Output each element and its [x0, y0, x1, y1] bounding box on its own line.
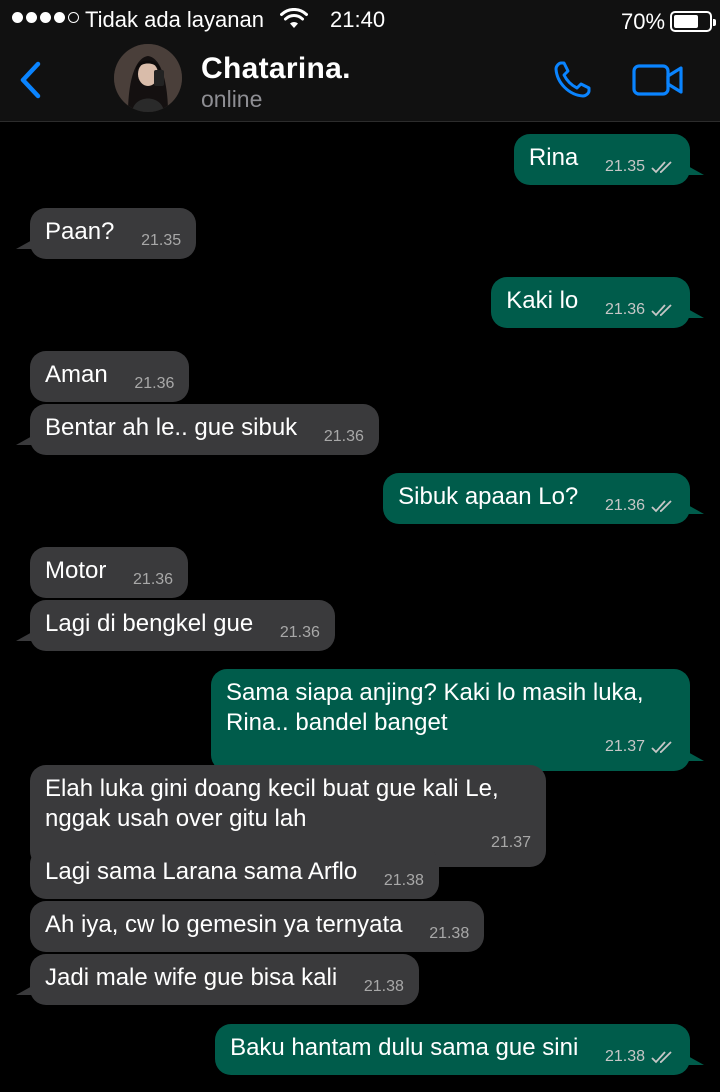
message-text: Sama siapa anjing? Kaki lo masih luka, R…: [226, 679, 644, 736]
message-text: Lagi sama Larana sama Arflo: [45, 858, 358, 885]
carrier-label: Tidak ada layanan: [85, 7, 264, 32]
battery-fill: [674, 15, 698, 28]
message-incoming[interactable]: Jadi male wife gue bisa kali 21.38: [16, 954, 419, 1005]
clock-time: 21:40: [330, 7, 386, 32]
message-time: 21.38: [429, 925, 470, 942]
message-text: Aman: [45, 361, 108, 388]
double-check-icon: [651, 741, 672, 754]
avatar-photo-icon: [114, 44, 182, 112]
message-incoming[interactable]: Aman 21.36: [30, 351, 190, 402]
status-bar: Tidak ada layanan 21:40 70%: [0, 0, 720, 40]
message-text: Baku hantam dulu sama gue sini: [230, 1034, 579, 1061]
message-meta: 21.36: [605, 491, 675, 521]
message-meta: 21.36: [324, 422, 364, 452]
chat-header: Chatarina. online: [0, 40, 720, 122]
message-meta: 21.36: [134, 369, 174, 399]
message-meta: 21.36: [133, 565, 173, 595]
message-time: 21.37: [490, 834, 531, 851]
message-meta: 21.38: [364, 972, 404, 1002]
message-text: Bentar ah le.. gue sibuk: [45, 414, 298, 441]
message-time: 21.36: [133, 571, 174, 588]
message-text: Rina: [528, 144, 579, 171]
message-time: 21.38: [383, 872, 424, 889]
wifi-icon: [280, 8, 308, 28]
double-check-icon: [651, 500, 672, 513]
message-meta: 21.35: [605, 152, 675, 182]
message-incoming[interactable]: Lagi sama Larana sama Arflo 21.38: [30, 848, 439, 899]
phone-call-icon[interactable]: [553, 59, 593, 99]
video-call-icon[interactable]: [632, 62, 684, 98]
message-meta: 21.36: [280, 618, 320, 648]
message-outgoing[interactable]: Sibuk apaan Lo? 21.36: [383, 473, 704, 524]
message-outgoing[interactable]: Sama siapa anjing? Kaki lo masih luka, R…: [211, 669, 704, 771]
contact-status: online: [201, 86, 263, 112]
back-chevron-icon[interactable]: [14, 58, 48, 102]
message-meta: 21.35: [141, 226, 181, 256]
message-time: 21.36: [604, 497, 645, 514]
double-check-icon: [651, 161, 672, 174]
message-incoming[interactable]: Lagi di bengkel gue 21.36: [16, 600, 335, 651]
message-meta: 21.38: [429, 919, 469, 949]
battery-percentage: 70%: [621, 9, 666, 34]
message-text: Elah luka gini doang kecil buat gue kali…: [45, 775, 499, 832]
contact-name[interactable]: Chatarina.: [201, 52, 351, 86]
message-incoming[interactable]: Bentar ah le.. gue sibuk 21.36: [16, 404, 379, 455]
message-time: 21.35: [604, 158, 645, 175]
message-text: Lagi di bengkel gue: [45, 610, 254, 637]
message-list[interactable]: Rina 21.35 Paan? 21.35 Kaki lo 21.36 Ama…: [0, 122, 720, 1092]
message-incoming[interactable]: Ah iya, cw lo gemesin ya ternyata 21.38: [30, 901, 485, 952]
message-time: 21.36: [279, 624, 320, 641]
message-incoming[interactable]: Paan? 21.35: [16, 208, 197, 259]
message-time: 21.36: [134, 375, 175, 392]
message-time: 21.38: [604, 1048, 645, 1065]
double-check-icon: [651, 1051, 672, 1064]
message-time: 21.37: [604, 738, 645, 755]
message-meta: 21.36: [605, 295, 675, 325]
message-meta: 21.38: [384, 866, 424, 896]
battery-icon: [670, 11, 716, 32]
message-text: Kaki lo: [506, 287, 579, 314]
message-outgoing[interactable]: Rina 21.35: [513, 134, 704, 185]
message-text: Motor: [45, 557, 107, 584]
message-text: Ah iya, cw lo gemesin ya ternyata: [45, 911, 403, 938]
message-incoming[interactable]: Motor 21.36: [30, 547, 189, 598]
message-time: 21.35: [141, 232, 182, 249]
double-check-icon: [651, 304, 672, 317]
message-outgoing[interactable]: Kaki lo 21.36: [491, 277, 704, 328]
message-time: 21.38: [363, 978, 404, 995]
message-text: Sibuk apaan Lo?: [398, 483, 579, 510]
message-meta: 21.38: [605, 1042, 675, 1072]
message-time: 21.36: [604, 301, 645, 318]
message-outgoing[interactable]: Baku hantam dulu sama gue sini 21.38: [215, 1024, 704, 1075]
signal-strength-icon: [12, 12, 79, 23]
message-text: Paan?: [45, 218, 115, 245]
avatar[interactable]: [114, 44, 182, 112]
message-text: Jadi male wife gue bisa kali: [45, 964, 338, 991]
message-time: 21.36: [323, 428, 364, 445]
